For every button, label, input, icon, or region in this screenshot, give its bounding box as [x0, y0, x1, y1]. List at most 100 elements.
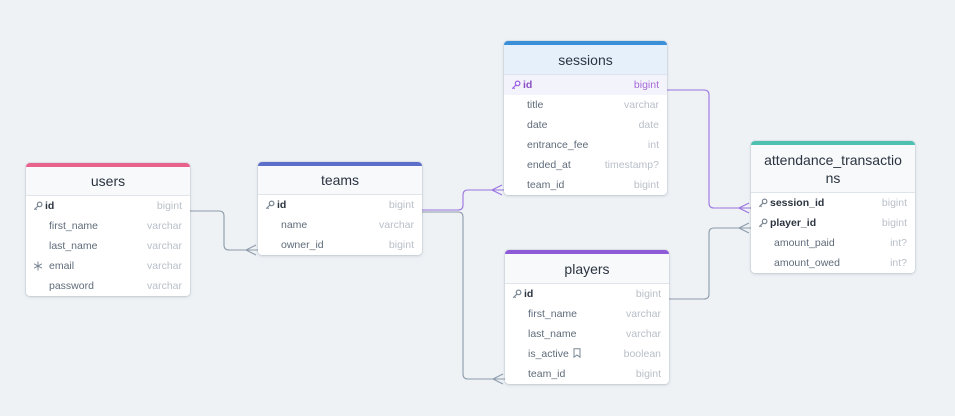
field-type: bigint	[635, 368, 661, 380]
field-name-text: player_id	[770, 217, 817, 229]
field-type: timestamp?	[604, 159, 659, 171]
relation-teams-players	[422, 211, 505, 380]
field-type: varchar	[378, 219, 414, 231]
field-name-text: last_name	[528, 328, 577, 340]
field-name: amount_owed	[770, 257, 890, 269]
field-name-text: id	[277, 199, 287, 211]
field-type: bigint	[635, 288, 661, 300]
field-name: title	[523, 99, 624, 111]
field-row-entrance-fee[interactable]: entrance_fee int	[504, 135, 667, 155]
table-title: players	[564, 260, 610, 277]
field-row-name[interactable]: name varchar	[258, 215, 422, 235]
field-name: id	[523, 79, 634, 91]
field-name-text: id	[45, 200, 55, 212]
table-header[interactable]: players	[505, 250, 669, 284]
field-name: entrance_fee	[523, 139, 648, 151]
field-type: int?	[890, 237, 907, 249]
field-name-text: is_active	[528, 348, 569, 360]
field-row-password[interactable]: password varchar	[26, 276, 190, 296]
field-name-text: last_name	[49, 240, 98, 252]
relation-players-attendance	[669, 227, 751, 300]
field-row-id[interactable]: id bigint	[26, 196, 190, 216]
field-name: last_name	[45, 240, 147, 252]
key-icon	[264, 200, 275, 210]
field-name-text: id	[524, 288, 534, 300]
table-header[interactable]: attendance_transactions	[751, 141, 915, 193]
key-icon	[511, 289, 522, 299]
table-header[interactable]: teams	[258, 162, 422, 195]
field-type: int	[647, 139, 659, 151]
field-row-id[interactable]: id bigint	[504, 75, 667, 95]
field-type: boolean	[623, 348, 661, 360]
field-name-text: owner_id	[281, 239, 324, 251]
field-type: bigint	[633, 179, 659, 191]
field-row-id[interactable]: id bigint	[258, 195, 422, 215]
field-type: bigint	[881, 217, 907, 229]
field-name: id	[524, 288, 636, 300]
diagram-canvas[interactable]: users id bigint first_name varchar last_name v…	[0, 0, 955, 416]
field-type: int?	[890, 257, 907, 269]
field-row-amount-owed[interactable]: amount_owed int?	[751, 253, 915, 273]
field-row-player-id[interactable]: player_id bigint	[751, 213, 915, 233]
table-header[interactable]: sessions	[504, 41, 667, 75]
field-row-email[interactable]: email varchar	[26, 256, 190, 276]
field-row-date[interactable]: date date	[504, 115, 667, 135]
table-attendance-transactions[interactable]: attendance_transactions session_id bigint p…	[751, 141, 915, 273]
field-name-text: team_id	[528, 368, 566, 380]
field-row-title[interactable]: title varchar	[504, 95, 667, 115]
table-players[interactable]: players id bigint first_name varchar last_nam…	[505, 250, 669, 384]
field-name: ended_at	[523, 159, 605, 171]
key-icon	[757, 198, 768, 208]
snowflake-icon	[32, 261, 43, 271]
field-name-text: entrance_fee	[527, 139, 589, 151]
field-type: varchar	[625, 328, 661, 340]
field-name: id	[45, 200, 157, 212]
field-type: varchar	[625, 308, 661, 320]
key-icon	[510, 80, 521, 90]
field-name-text: ended_at	[527, 159, 571, 171]
field-row-team-id[interactable]: team_id bigint	[504, 175, 667, 195]
field-name-text: name	[281, 219, 308, 231]
field-row-first-name[interactable]: first_name varchar	[26, 216, 190, 236]
field-row-first-name[interactable]: first_name varchar	[505, 304, 669, 324]
table-users[interactable]: users id bigint first_name varchar last_name v…	[26, 163, 190, 296]
field-type: varchar	[146, 260, 182, 272]
field-name-text: password	[49, 280, 94, 292]
table-sessions[interactable]: sessions id bigint title varchar date date entr…	[504, 41, 667, 195]
key-icon	[757, 218, 768, 228]
field-name: amount_paid	[770, 237, 890, 249]
field-type: bigint	[633, 79, 659, 91]
field-row-team-id[interactable]: team_id bigint	[505, 364, 669, 384]
bookmark-icon	[573, 348, 581, 358]
field-name: player_id	[770, 217, 882, 229]
field-type: varchar	[146, 240, 182, 252]
field-name: first_name	[524, 308, 626, 320]
field-name-text: date	[527, 119, 548, 131]
field-name-text: amount_owed	[774, 257, 840, 269]
field-name: email	[45, 260, 147, 272]
field-row-last-name[interactable]: last_name varchar	[505, 324, 669, 344]
field-type: varchar	[146, 220, 182, 232]
field-type: bigint	[388, 199, 414, 211]
field-row-is-active[interactable]: is_active boolean	[505, 344, 669, 364]
relation-users-teams	[190, 210, 258, 251]
table-title: sessions	[558, 51, 613, 68]
field-row-last-name[interactable]: last_name varchar	[26, 236, 190, 256]
field-row-amount-paid[interactable]: amount_paid int?	[751, 233, 915, 253]
table-teams[interactable]: teams id bigint name varchar owner_id bigint	[258, 162, 422, 255]
field-name: team_id	[523, 179, 634, 191]
field-name: last_name	[524, 328, 626, 340]
field-name: date	[523, 119, 639, 131]
field-row-session-id[interactable]: session_id bigint	[751, 193, 915, 213]
field-row-id[interactable]: id bigint	[505, 284, 669, 304]
field-row-owner-id[interactable]: owner_id bigint	[258, 235, 422, 255]
field-name-text: title	[527, 99, 544, 111]
field-name: password	[45, 280, 147, 292]
field-name: owner_id	[277, 239, 389, 251]
field-name-text: team_id	[527, 179, 565, 191]
field-name: name	[277, 219, 379, 231]
table-header[interactable]: users	[26, 163, 190, 196]
field-name-text: amount_paid	[774, 237, 835, 249]
field-row-ended-at[interactable]: ended_at timestamp?	[504, 155, 667, 175]
field-name: team_id	[524, 368, 636, 380]
